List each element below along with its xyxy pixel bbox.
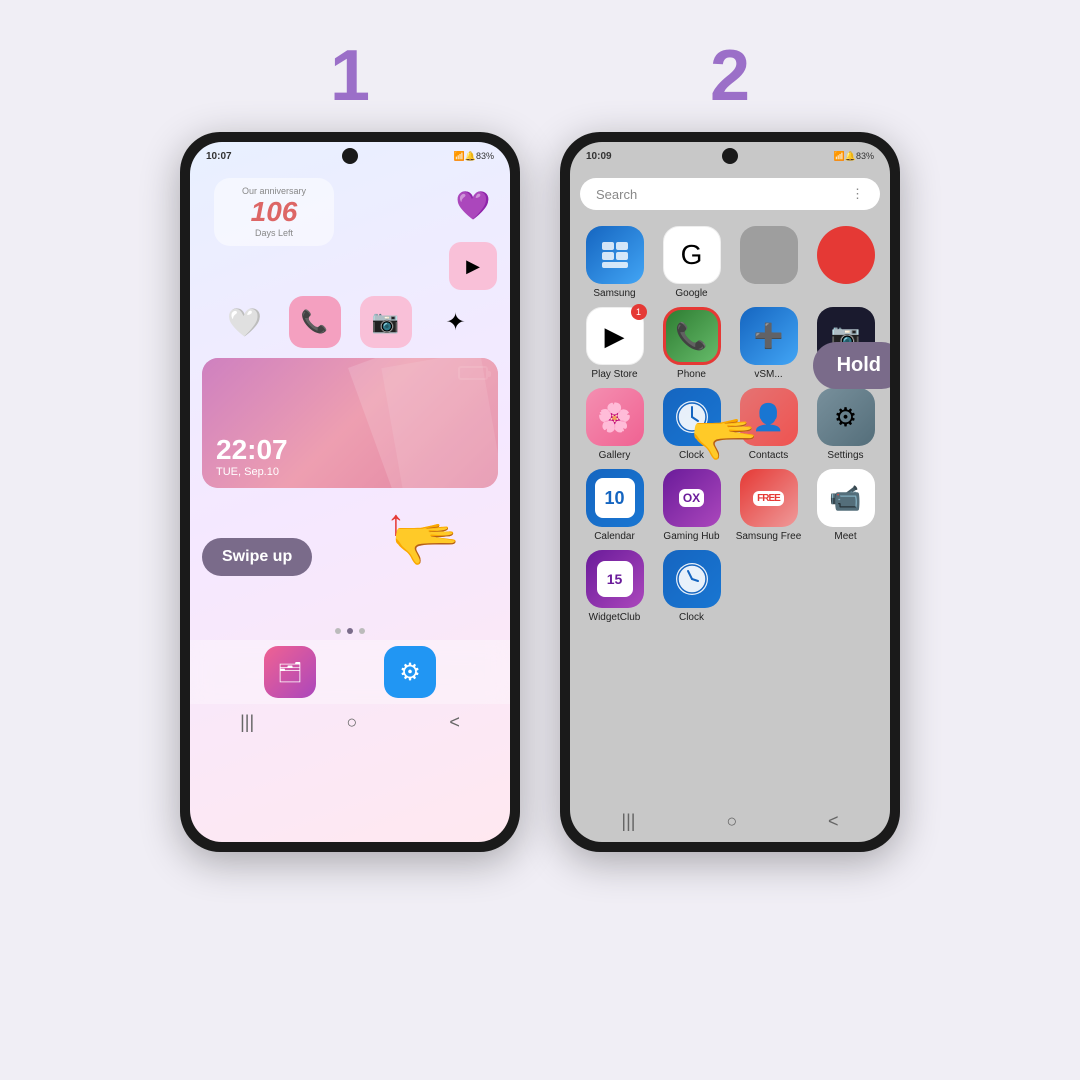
status-time-1: 10:07 — [206, 151, 232, 162]
samsung-label: Samsung — [593, 288, 635, 299]
meet-label: Meet — [834, 531, 856, 542]
nav-recent-2[interactable]: < — [828, 811, 839, 832]
widgetclub-icon[interactable]: 15 — [586, 550, 644, 608]
phone-app-icon[interactable]: 📞 — [663, 307, 721, 365]
google-icon[interactable]: G — [663, 226, 721, 284]
phone-2: 10:09 📶🔔83% Search ⋮ — [560, 132, 900, 852]
app-clock2[interactable]: Clock — [657, 550, 726, 623]
app-phone[interactable]: 📞 Phone — [657, 307, 726, 380]
red-app-icon — [817, 226, 875, 284]
phone-2-wrapper: 10:09 📶🔔83% Search ⋮ — [560, 132, 900, 852]
samsungfree-icon[interactable]: FREE — [740, 469, 798, 527]
step-2-number: 2 — [710, 40, 750, 112]
gallery-label: Gallery — [599, 450, 631, 461]
bottom-dock-1: 🗂 ⚙ — [190, 640, 510, 704]
calendar-label: Calendar — [594, 531, 635, 542]
nav-bar-1: ||| ○ < — [190, 708, 510, 737]
playstore-badge: 1 — [631, 304, 647, 320]
samsungfree-label: Samsung Free — [736, 531, 802, 542]
app-placeholder-3 — [734, 226, 803, 299]
phone-app-label: Phone — [677, 369, 706, 380]
search-label: Search — [596, 187, 637, 202]
search-bar[interactable]: Search ⋮ — [580, 178, 880, 210]
widgetclub-label: WidgetClub — [589, 612, 641, 623]
camera-icon-1[interactable]: 📷 — [360, 296, 412, 348]
heart-icon: 💜 — [448, 180, 498, 230]
status-time-2: 10:09 — [586, 151, 612, 162]
dot-3 — [359, 628, 365, 634]
vsmart-icon[interactable]: ➕ — [740, 307, 798, 365]
clock2-icon[interactable] — [663, 550, 721, 608]
nav-recent-1[interactable]: < — [449, 712, 460, 733]
swipe-up-button[interactable]: Swipe up — [202, 538, 312, 576]
app-samsung[interactable]: Samsung — [580, 226, 649, 299]
heart3d-icon[interactable]: 🤍 — [220, 297, 270, 347]
app-placeholder-4 — [811, 226, 880, 299]
playstore-label: Play Store — [591, 369, 637, 380]
playstore-icon[interactable]: ▶ 1 — [586, 307, 644, 365]
settings-icon[interactable]: ⚙ — [817, 388, 875, 446]
hold-tooltip: Hold — [813, 342, 890, 389]
app-google[interactable]: G Google — [657, 226, 726, 299]
phone-1-wrapper: 10:07 📶🔔83% Our anniversary 106 Days Lef… — [180, 132, 520, 852]
vsmart-label: vSM... — [754, 369, 782, 380]
meet-icon[interactable]: 📹 — [817, 469, 875, 527]
step-1: 1 10:07 📶🔔83% Our anniversary 106 — [180, 40, 520, 852]
notch-2 — [722, 148, 738, 164]
app-settings[interactable]: ⚙ Settings — [811, 388, 880, 461]
app-samsungfree[interactable]: FREE Samsung Free — [734, 469, 803, 542]
app-vsmart[interactable]: ➕ vSM... — [734, 307, 803, 380]
app-gaminghub[interactable]: OX Gaming Hub — [657, 469, 726, 542]
nav-home-1[interactable]: ○ — [346, 712, 357, 733]
nav-home-2[interactable]: ○ — [726, 811, 737, 832]
grey-app-icon — [740, 226, 798, 284]
dock-apps-icon[interactable]: 🗂 — [264, 646, 316, 698]
search-menu-icon: ⋮ — [851, 186, 864, 202]
dock-settings-icon[interactable]: ⚙ — [384, 646, 436, 698]
gaminghub-icon[interactable]: OX — [663, 469, 721, 527]
phone-2-screen: 10:09 📶🔔83% Search ⋮ — [570, 142, 890, 842]
dot-2-active — [347, 628, 353, 634]
notch-1 — [342, 148, 358, 164]
gallery-icon[interactable]: 🌸 — [586, 388, 644, 446]
hold-hand-cursor: 🫳 — [690, 407, 758, 472]
google-label: Google — [675, 288, 707, 299]
music-widget: 22:07 TUE, Sep.10 — [202, 358, 498, 488]
stars-icon: ✦ — [431, 297, 481, 347]
step-1-number: 1 — [330, 40, 370, 112]
app-widgetclub[interactable]: 15 WidgetClub — [580, 550, 649, 623]
calendar-icon[interactable]: 10 — [586, 469, 644, 527]
phone-icon-1[interactable]: 📞 — [289, 296, 341, 348]
icon-row-2: 🤍 📞 📷 ✦ — [190, 290, 510, 354]
nav-bar-2: ||| ○ < — [570, 805, 890, 838]
page-dots — [190, 628, 510, 634]
phone-1: 10:07 📶🔔83% Our anniversary 106 Days Lef… — [180, 132, 520, 852]
clock2-label: Clock — [679, 612, 704, 623]
youtube-icon[interactable]: ▶ — [449, 242, 497, 290]
app-playstore[interactable]: ▶ 1 Play Store — [580, 307, 649, 380]
nav-back-2[interactable]: ||| — [621, 811, 635, 832]
swipe-section: Swipe up ↑ 🫳 — [190, 492, 510, 622]
dot-1 — [335, 628, 341, 634]
swipe-hand: 🫳 — [392, 512, 460, 577]
settings-label: Settings — [827, 450, 863, 461]
nav-back-1[interactable]: ||| — [240, 712, 254, 733]
step-2: 2 10:09 📶🔔83% Search ⋮ — [560, 40, 900, 852]
anniversary-widget: Our anniversary 106 Days Left — [214, 178, 334, 246]
app-gallery[interactable]: 🌸 Gallery — [580, 388, 649, 461]
gaminghub-label: Gaming Hub — [663, 531, 719, 542]
status-icons-2: 📶🔔83% — [834, 151, 874, 162]
samsung-icon[interactable] — [586, 226, 644, 284]
top-widget-row: Our anniversary 106 Days Left 💜 ▶ — [190, 170, 510, 290]
phone-1-screen: 10:07 📶🔔83% Our anniversary 106 Days Lef… — [190, 142, 510, 842]
widget-time: 22:07 TUE, Sep.10 — [216, 434, 288, 478]
main-container: 1 10:07 📶🔔83% Our anniversary 106 — [0, 0, 1080, 1080]
app-calendar[interactable]: 10 Calendar — [580, 469, 649, 542]
status-icons-1: 📶🔔83% — [454, 151, 494, 162]
app-meet[interactable]: 📹 Meet — [811, 469, 880, 542]
